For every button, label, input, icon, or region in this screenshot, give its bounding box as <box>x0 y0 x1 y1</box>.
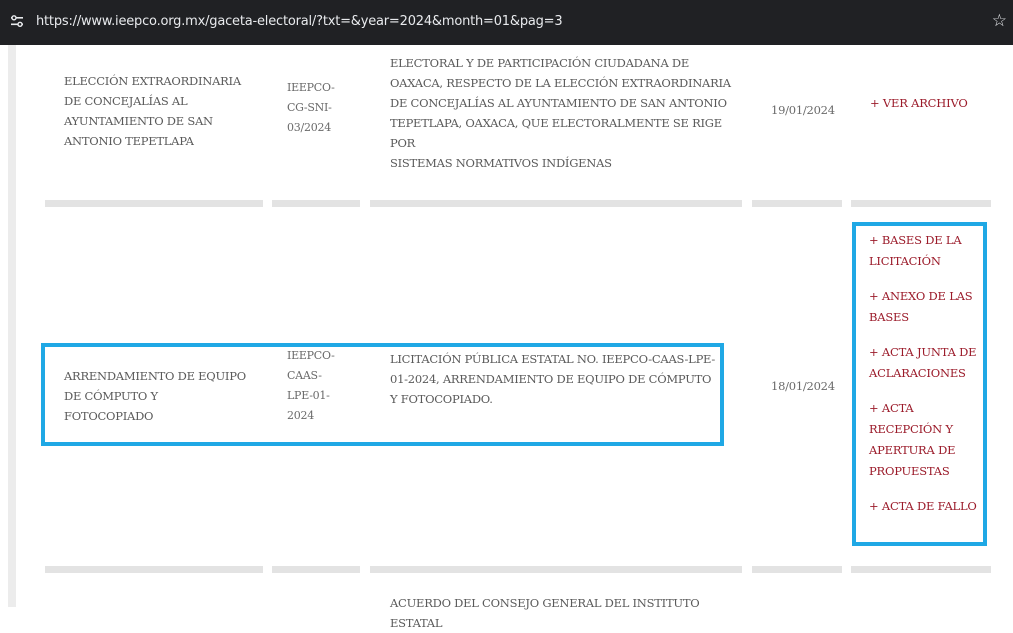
partial-text-line <box>390 45 730 53</box>
page-left-edge <box>8 45 16 607</box>
url-text[interactable]: https://www.ieepco.org.mx/gaceta-elector… <box>36 14 563 29</box>
browser-address-bar[interactable]: https://www.ieepco.org.mx/gaceta-elector… <box>0 0 1013 45</box>
description-line: OAXACA, RESPECTO DE LA ELECCIÓN EXTRAORD… <box>390 76 731 90</box>
page-info-icon[interactable] <box>10 13 24 29</box>
bookmark-star-icon[interactable]: ☆ <box>992 11 1007 31</box>
description-line: TEPETLAPA, OAXACA, QUE ELECTORALMENTE SE… <box>390 116 722 150</box>
description-line: ELECTORAL Y DE PARTICIPACIÓN CIUDADANA D… <box>390 56 690 70</box>
code-line: CG-SNI- <box>287 101 332 114</box>
row-title: ELECCIÓN EXTRAORDINARIA DE CONCEJALÍAS A… <box>64 74 241 148</box>
row-divider <box>0 566 1013 573</box>
row-actions: + VER ARCHIVO <box>870 93 968 114</box>
row-divider <box>0 200 1013 207</box>
description-line: DE CONCEJALÍAS AL AYUNTAMIENTO DE SAN AN… <box>390 96 727 110</box>
row-description: ELECTORAL Y DE PARTICIPACIÓN CIUDADANA D… <box>390 53 750 173</box>
highlight-box-row <box>41 343 724 446</box>
proposals-link[interactable]: + ACTA RECEPCIÓN Y APERTURA DE PROPUESTA… <box>869 398 981 482</box>
code-line: 03/2024 <box>287 121 331 134</box>
row-description: ACUERDO DEL CONSEJO GENERAL DEL INSTITUT… <box>390 596 700 630</box>
view-file-link[interactable]: + VER ARCHIVO <box>870 93 968 114</box>
description-line: SISTEMAS NORMATIVOS INDÍGENAS <box>390 156 612 170</box>
code-line: IEEPCO- <box>287 81 335 94</box>
annex-link[interactable]: + ANEXO DE LAS BASES <box>869 286 981 328</box>
clarifications-link[interactable]: + ACTA JUNTA DE ACLARACIONES <box>869 342 981 384</box>
row-actions: + BASES DE LA LICITACIÓN + ANEXO DE LAS … <box>869 230 981 517</box>
row-code: IEEPCO- CG-SNI- 03/2024 <box>287 78 347 138</box>
bases-link[interactable]: + BASES DE LA LICITACIÓN <box>869 230 981 272</box>
ruling-link[interactable]: + ACTA DE FALLO <box>869 496 981 517</box>
row-date: 19/01/2024 <box>771 103 835 117</box>
row-date: 18/01/2024 <box>771 379 835 393</box>
